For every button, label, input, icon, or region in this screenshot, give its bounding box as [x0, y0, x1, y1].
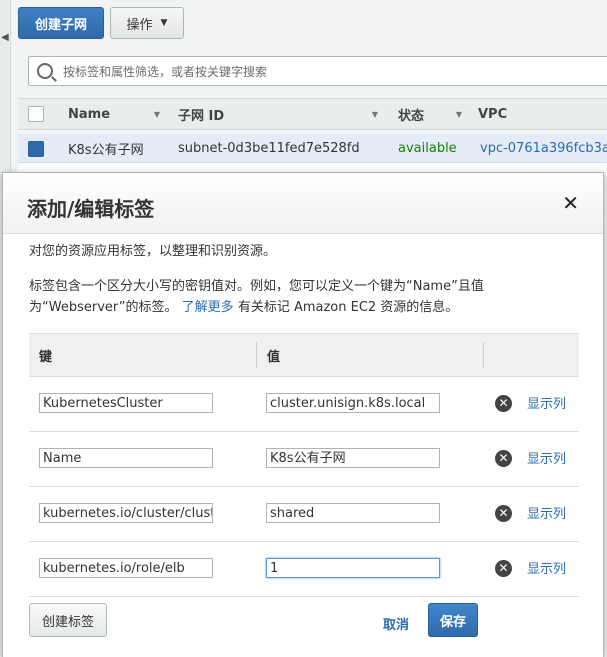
column-name-label: Name	[68, 106, 111, 122]
tag-value-input[interactable]: 1	[266, 558, 440, 578]
row-state: available	[398, 140, 457, 156]
tag-row: Name K8s公有子网 ✕ 显示列	[29, 432, 579, 487]
remove-tag-icon[interactable]: ✕	[495, 560, 512, 577]
tag-row: KubernetesCluster cluster.unisign.k8s.lo…	[29, 377, 579, 432]
create-subnet-button[interactable]: 创建子网	[18, 7, 104, 39]
select-all-checkbox[interactable]	[28, 106, 44, 122]
column-divider	[483, 342, 484, 368]
column-subnet-id-label: 子网 ID	[178, 108, 225, 124]
learn-more-link[interactable]: 了解更多	[182, 300, 234, 315]
add-tag-button[interactable]: 创建标签	[29, 603, 107, 637]
row-subnet-id: subnet-0d3be11fed7e528fd	[178, 140, 360, 156]
tag-value-input[interactable]: cluster.unisign.k8s.local	[266, 393, 440, 413]
tag-key-input[interactable]: Name	[39, 448, 213, 468]
remove-tag-icon[interactable]: ✕	[495, 395, 512, 412]
actions-dropdown[interactable]: 操作 ▼	[110, 7, 184, 39]
dialog-header: 添加/编辑标签 ✕	[3, 173, 603, 234]
tag-table: 键 值 KubernetesCluster cluster.unisign.k8…	[29, 333, 579, 597]
chevron-down-icon: ▼	[160, 18, 168, 28]
row-checkbox[interactable]	[28, 141, 44, 157]
tag-row: kubernetes.io/role/elb 1 ✕ 显示列	[29, 542, 579, 597]
tag-key-input[interactable]: kubernetes.io/cluster/cluste	[39, 503, 213, 523]
add-edit-tags-dialog: 添加/编辑标签 ✕ 对您的资源应用标签，以整理和识别资源。 标签包含一个区分大小…	[2, 172, 604, 657]
search-input[interactable]: 按标签和属性筛选，或者按关键字搜索	[28, 56, 607, 86]
close-icon[interactable]: ✕	[562, 191, 579, 215]
subnet-table-header: Name ▼ 子网 ID ▼ 状态 ▼ VPC	[18, 98, 607, 130]
column-vpc[interactable]: VPC	[478, 99, 598, 129]
key-header: 键	[39, 349, 53, 365]
add-tag-label: 创建标签	[41, 614, 94, 630]
column-vpc-label: VPC	[478, 106, 508, 122]
dialog-title: 添加/编辑标签	[27, 197, 155, 221]
tag-value-input[interactable]: shared	[266, 503, 440, 523]
search-placeholder: 按标签和属性筛选，或者按关键字搜索	[63, 64, 268, 79]
collapse-arrow-icon[interactable]: ◀	[1, 32, 9, 43]
remove-tag-icon[interactable]: ✕	[495, 450, 512, 467]
tag-row: kubernetes.io/cluster/cluste shared ✕ 显示…	[29, 487, 579, 542]
show-column-link[interactable]: 显示列	[527, 393, 566, 412]
tag-table-header: 键 值	[29, 333, 579, 377]
save-button[interactable]: 保存	[428, 603, 478, 637]
remove-tag-icon[interactable]: ✕	[495, 505, 512, 522]
description-tail: 有关标记 Amazon EC2 资源的信息。	[237, 300, 459, 315]
table-row[interactable]: K8s公有子网 subnet-0d3be11fed7e528fd availab…	[18, 134, 607, 163]
tag-key-input[interactable]: KubernetesCluster	[39, 393, 213, 413]
column-name[interactable]: Name ▼	[68, 99, 168, 129]
tag-key-input[interactable]: kubernetes.io/role/elb	[39, 558, 213, 578]
column-state[interactable]: 状态 ▼	[398, 99, 470, 129]
show-column-link[interactable]: 显示列	[527, 558, 566, 577]
sort-icon: ▼	[455, 109, 462, 119]
column-divider	[256, 342, 257, 368]
show-column-link[interactable]: 显示列	[527, 448, 566, 467]
create-subnet-label: 创建子网	[34, 17, 87, 33]
dialog-description: 标签包含一个区分大小写的密钥值对。例如，您可以定义一个键为“Name”且值为“W…	[29, 276, 549, 318]
save-label: 保存	[439, 614, 466, 630]
actions-label: 操作	[126, 17, 153, 33]
row-name: K8s公有子网	[68, 142, 144, 158]
column-subnet-id[interactable]: 子网 ID ▼	[178, 99, 386, 129]
show-column-link[interactable]: 显示列	[527, 503, 566, 522]
tag-value-input[interactable]: K8s公有子网	[266, 448, 440, 468]
sort-icon: ▼	[153, 109, 160, 119]
column-state-label: 状态	[398, 108, 425, 124]
value-header: 值	[267, 349, 281, 365]
dialog-intro: 对您的资源应用标签，以整理和识别资源。	[29, 244, 277, 259]
sort-icon: ▼	[371, 109, 378, 119]
search-icon	[37, 63, 53, 79]
cancel-button[interactable]: 取消	[383, 614, 409, 633]
row-vpc[interactable]: vpc-0761a396fcb3a9	[480, 134, 607, 162]
